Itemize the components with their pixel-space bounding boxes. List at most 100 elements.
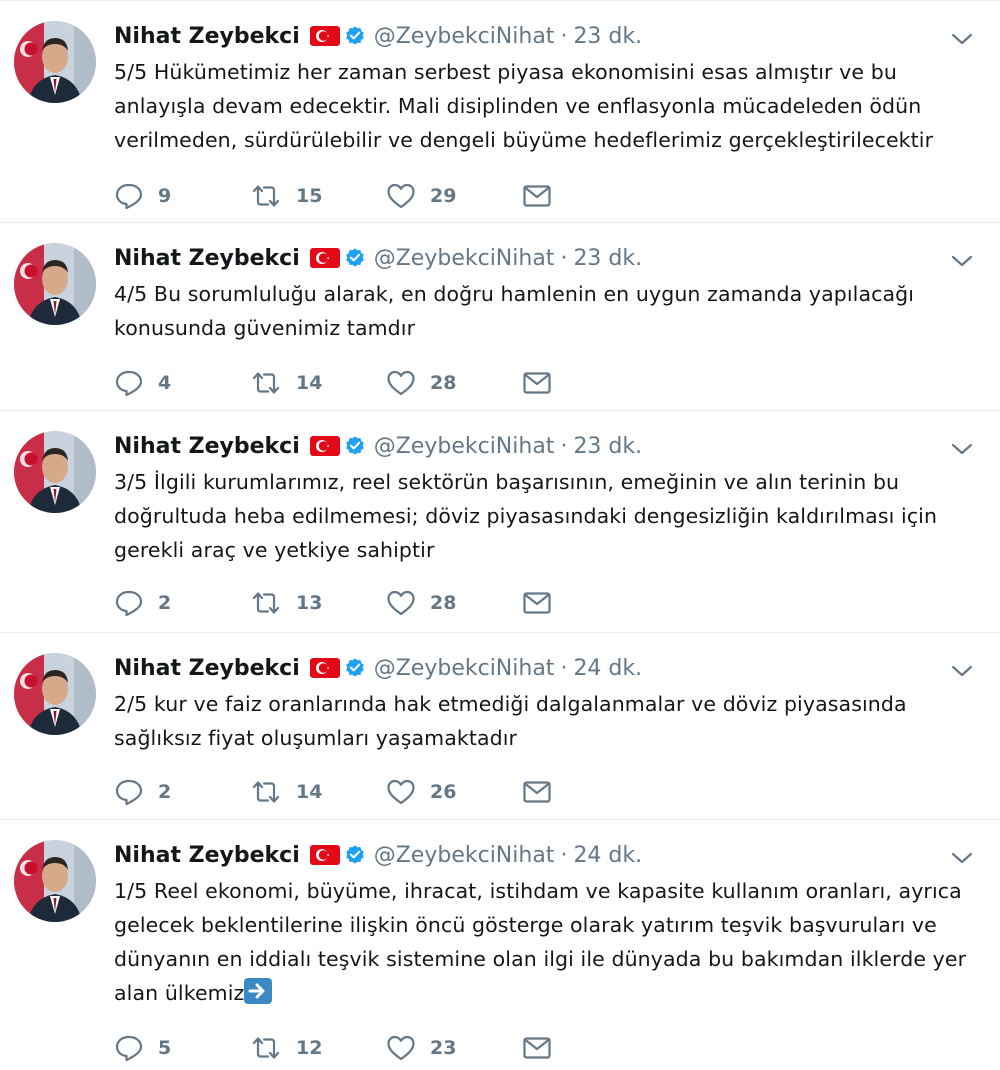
tweet-timestamp[interactable]: 23 dk. <box>573 434 642 459</box>
direct-message-button[interactable] <box>522 1035 552 1061</box>
author-name[interactable]: Nihat Zeybekci <box>114 246 300 271</box>
tweet-text: 4/5 Bu sorumluluğu alarak, en doğru haml… <box>114 282 915 340</box>
separator-dot: · <box>560 23 568 49</box>
verified-badge-icon <box>345 436 364 455</box>
tweet-actions: 4 14 28 <box>114 367 552 399</box>
avatar[interactable] <box>14 653 96 735</box>
tweet[interactable]: Nihat Zeybekci @ZeybekciNihat · 24 dk. 1… <box>0 820 1000 1070</box>
envelope-icon <box>523 592 551 614</box>
tweet[interactable]: Nihat Zeybekci @ZeybekciNihat · 24 dk. 2… <box>0 633 1000 820</box>
retweet-button[interactable]: 13 <box>250 589 386 617</box>
like-button[interactable]: 26 <box>386 778 522 806</box>
tweet-actions: 2 13 28 <box>114 587 552 619</box>
like-button[interactable]: 28 <box>386 369 522 397</box>
tweet-text: 1/5 Reel ekonomi, büyüme, ihracat, istih… <box>114 879 967 1005</box>
like-count: 26 <box>430 781 457 803</box>
retweet-button[interactable]: 14 <box>250 369 386 397</box>
verified-badge-icon <box>345 658 364 677</box>
tweet-actions: 9 15 29 <box>114 180 552 212</box>
tweet[interactable]: Nihat Zeybekci @ZeybekciNihat · 23 dk. 4… <box>0 223 1000 411</box>
verified-badge-icon <box>345 845 364 864</box>
chevron-down-icon[interactable] <box>950 659 974 683</box>
like-button[interactable]: 28 <box>386 589 522 617</box>
envelope-icon <box>523 1037 551 1059</box>
reply-button[interactable]: 4 <box>114 369 250 397</box>
tweet-header: Nihat Zeybekci @ZeybekciNihat · 23 dk. <box>114 429 642 463</box>
heart-icon <box>387 183 415 209</box>
tweet-timestamp[interactable]: 24 dk. <box>573 656 642 681</box>
author-handle[interactable]: @ZeybekciNihat <box>374 434 555 459</box>
tweet-timestamp[interactable]: 24 dk. <box>573 843 642 868</box>
reply-button[interactable]: 2 <box>114 778 250 806</box>
tweet-text: 2/5 kur ve faiz oranlarında hak etmediği… <box>114 692 907 750</box>
tweet-timestamp[interactable]: 23 dk. <box>573 24 642 49</box>
author-name[interactable]: Nihat Zeybekci <box>114 843 300 868</box>
like-button[interactable]: 29 <box>386 182 522 210</box>
avatar[interactable] <box>14 431 96 513</box>
retweet-count: 15 <box>296 185 323 207</box>
reply-icon <box>115 183 143 210</box>
tweet-timestamp[interactable]: 23 dk. <box>573 246 642 271</box>
tweet[interactable]: Nihat Zeybekci @ZeybekciNihat · 23 dk. 5… <box>0 0 1000 223</box>
retweet-button[interactable]: 12 <box>250 1034 386 1062</box>
avatar[interactable] <box>14 840 96 922</box>
author-handle[interactable]: @ZeybekciNihat <box>374 656 555 681</box>
separator-dot: · <box>560 245 568 271</box>
reply-button[interactable]: 2 <box>114 589 250 617</box>
direct-message-button[interactable] <box>522 590 552 616</box>
turkey-flag-icon <box>309 248 340 268</box>
retweet-count: 14 <box>296 781 323 803</box>
author-handle[interactable]: @ZeybekciNihat <box>374 246 555 271</box>
separator-dot: · <box>560 842 568 868</box>
tweet-header: Nihat Zeybekci @ZeybekciNihat · 24 dk. <box>114 838 642 872</box>
avatar-portrait-icon <box>14 653 96 735</box>
avatar[interactable] <box>14 243 96 325</box>
heart-icon <box>387 779 415 805</box>
retweet-button[interactable]: 14 <box>250 778 386 806</box>
reply-count: 2 <box>158 592 172 614</box>
reply-count: 4 <box>158 372 172 394</box>
reply-button[interactable]: 5 <box>114 1034 250 1062</box>
tweet-header: Nihat Zeybekci @ZeybekciNihat · 24 dk. <box>114 651 642 685</box>
turkey-flag-icon <box>309 845 340 865</box>
like-count: 29 <box>430 185 457 207</box>
author-handle[interactable]: @ZeybekciNihat <box>374 843 555 868</box>
envelope-icon <box>523 372 551 394</box>
tweet[interactable]: Nihat Zeybekci @ZeybekciNihat · 23 dk. 3… <box>0 411 1000 633</box>
author-name[interactable]: Nihat Zeybekci <box>114 24 300 49</box>
envelope-icon <box>523 185 551 207</box>
reply-count: 5 <box>158 1037 172 1059</box>
direct-message-button[interactable] <box>522 779 552 805</box>
reply-count: 2 <box>158 781 172 803</box>
envelope-icon <box>523 781 551 803</box>
direct-message-button[interactable] <box>522 370 552 396</box>
verified-badge-icon <box>345 248 364 267</box>
reply-icon <box>115 1035 143 1062</box>
direct-message-button[interactable] <box>522 183 552 209</box>
chevron-down-icon[interactable] <box>950 846 974 870</box>
avatar-portrait-icon <box>14 840 96 922</box>
reply-button[interactable]: 9 <box>114 182 250 210</box>
chevron-down-icon[interactable] <box>950 249 974 273</box>
chevron-down-icon[interactable] <box>950 437 974 461</box>
avatar-portrait-icon <box>14 431 96 513</box>
like-button[interactable]: 23 <box>386 1034 522 1062</box>
tweet-header: Nihat Zeybekci @ZeybekciNihat · 23 dk. <box>114 19 642 53</box>
turkey-flag-icon <box>309 436 340 456</box>
tweet-text: 3/5 İlgili kurumlarımız, reel sektörün b… <box>114 470 938 562</box>
author-handle[interactable]: @ZeybekciNihat <box>374 24 555 49</box>
retweet-count: 13 <box>296 592 323 614</box>
avatar[interactable] <box>14 21 96 103</box>
chevron-down-icon[interactable] <box>950 27 974 51</box>
author-name[interactable]: Nihat Zeybekci <box>114 434 300 459</box>
reply-count: 9 <box>158 185 172 207</box>
tweet-actions: 2 14 26 <box>114 776 552 808</box>
retweet-button[interactable]: 15 <box>250 182 386 210</box>
avatar-portrait-icon <box>14 21 96 103</box>
separator-dot: · <box>560 655 568 681</box>
tweet-actions: 5 12 23 <box>114 1032 552 1064</box>
heart-icon <box>387 370 415 396</box>
reply-icon <box>115 590 143 617</box>
like-count: 23 <box>430 1037 457 1059</box>
author-name[interactable]: Nihat Zeybekci <box>114 656 300 681</box>
